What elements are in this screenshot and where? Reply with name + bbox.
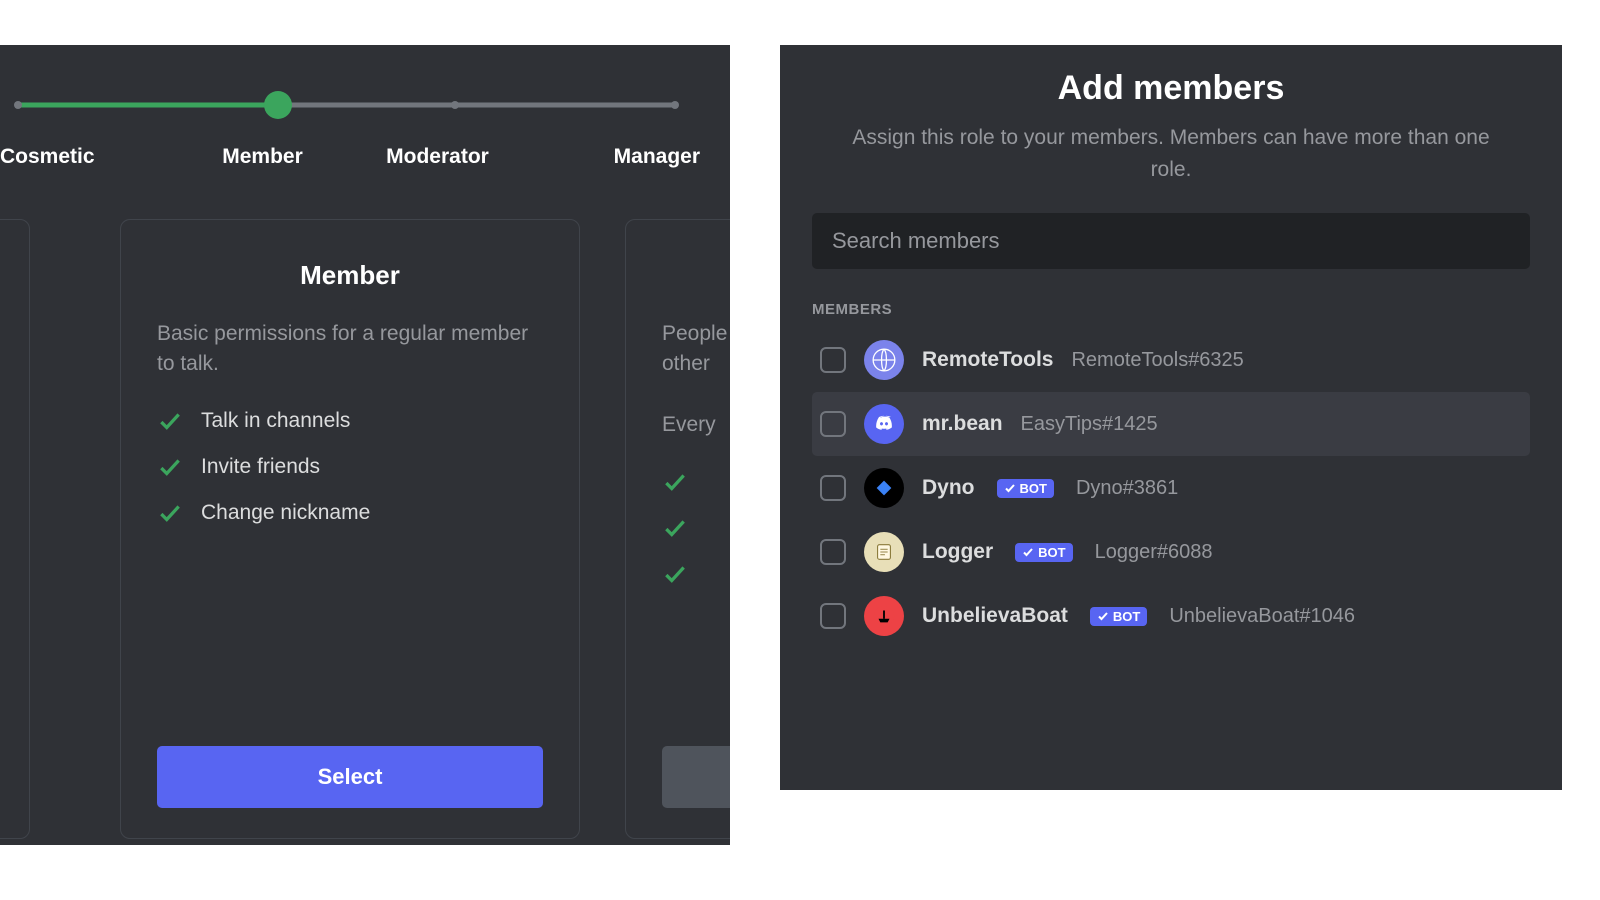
bot-badge-label: BOT [1038, 545, 1065, 560]
member-tag: EasyTips#1425 [1021, 413, 1158, 436]
member-tag: UnbelievaBoat#1046 [1169, 605, 1355, 628]
member-row[interactable]: RemoteTools RemoteTools#6325 [812, 328, 1530, 392]
member-row[interactable]: Logger BOT Logger#6088 [812, 520, 1530, 584]
permission-label: Invite friends [201, 455, 320, 479]
select-button[interactable]: Select [157, 746, 543, 808]
check-icon [157, 454, 183, 480]
add-members-panel: Add members Assign this role to your mem… [780, 45, 1562, 790]
stepper-label-member[interactable]: Member [175, 145, 350, 169]
add-members-subtitle: Assign this role to your members. Member… [812, 122, 1530, 185]
discord-logo-icon [872, 412, 896, 436]
role-card-desc-line: People [662, 322, 727, 345]
member-name: RemoteTools [922, 348, 1053, 372]
role-card-title: Member [157, 260, 543, 291]
bot-badge-label: BOT [1020, 481, 1047, 496]
role-card-member: Member Basic permissions for a regular m… [120, 219, 580, 839]
permission-list: Talk in channels Invite friends Change n… [157, 408, 543, 546]
permission-item: Change nickname [157, 500, 543, 526]
check-icon [662, 561, 688, 587]
permission-item: Invite friends [157, 454, 543, 480]
role-card-title: Moderator [662, 260, 730, 291]
member-row[interactable]: mr.bean EasyTips#1425 [812, 392, 1530, 456]
bot-badge: BOT [997, 479, 1054, 498]
role-card-cosmetic[interactable]: Cosmetic bels Select [0, 219, 30, 839]
stepper-node-member[interactable] [264, 91, 292, 119]
verified-check-icon [1004, 482, 1016, 494]
role-type-panel: Cosmetic Member Moderator Manager Cosmet… [0, 45, 730, 845]
avatar [864, 468, 904, 508]
member-checkbox[interactable] [820, 347, 846, 373]
bot-badge: BOT [1015, 543, 1072, 562]
member-checkbox[interactable] [820, 475, 846, 501]
permission-label: Change nickname [201, 501, 370, 525]
verified-check-icon [1097, 610, 1109, 622]
member-name: Dyno [922, 476, 975, 500]
role-cards-row: Cosmetic bels Select Member Basic permis… [0, 219, 730, 839]
member-checkbox[interactable] [820, 411, 846, 437]
dyno-logo-icon [873, 477, 895, 499]
member-row[interactable]: Dyno BOT Dyno#3861 [812, 456, 1530, 520]
avatar [864, 404, 904, 444]
permission-item [662, 515, 730, 541]
avatar [864, 532, 904, 572]
scroll-icon [873, 541, 895, 563]
stepper-label-moderator[interactable]: Moderator [350, 145, 525, 169]
member-tag: Dyno#3861 [1076, 477, 1178, 500]
stepper-node-manager[interactable] [671, 101, 679, 109]
member-checkbox[interactable] [820, 603, 846, 629]
boat-icon [873, 605, 895, 627]
role-stepper[interactable] [0, 93, 730, 117]
permission-item [662, 561, 730, 587]
globe-icon [871, 347, 897, 373]
avatar [864, 340, 904, 380]
role-card-desc: Basic permissions for a regular member t… [157, 319, 543, 380]
role-card-desc-line: other [662, 352, 710, 375]
avatar [864, 596, 904, 636]
check-icon [662, 515, 688, 541]
check-icon [157, 408, 183, 434]
role-card-moderator[interactable]: Moderator People other Every Select [625, 219, 730, 839]
member-row[interactable]: UnbelievaBoat BOT UnbelievaBoat#1046 [812, 584, 1530, 648]
check-icon [157, 500, 183, 526]
stepper-label-cosmetic[interactable]: Cosmetic [0, 145, 175, 169]
member-checkbox[interactable] [820, 539, 846, 565]
stepper-label-manager[interactable]: Manager [525, 145, 730, 169]
member-tag: Logger#6088 [1095, 541, 1213, 564]
stepper-labels: Cosmetic Member Moderator Manager [0, 145, 730, 169]
select-button[interactable]: Select [662, 746, 730, 808]
stepper-node-cosmetic[interactable] [14, 101, 22, 109]
permission-item [662, 469, 730, 495]
permission-label: Talk in channels [201, 409, 350, 433]
role-card-desc-line: Every [662, 413, 716, 436]
stepper-node-moderator[interactable] [451, 101, 459, 109]
stepper-fill [18, 103, 278, 108]
add-members-title: Add members [812, 69, 1530, 108]
role-card-desc: People other Every [662, 319, 730, 441]
search-members-input[interactable] [812, 213, 1530, 269]
member-name: Logger [922, 540, 993, 564]
member-tag: RemoteTools#6325 [1071, 349, 1243, 372]
bot-badge: BOT [1090, 607, 1147, 626]
verified-check-icon [1022, 546, 1034, 558]
permission-item: Talk in channels [157, 408, 543, 434]
members-section-header: MEMBERS [812, 301, 1530, 318]
check-icon [662, 469, 688, 495]
permission-list [662, 469, 730, 607]
members-list: RemoteTools RemoteTools#6325 mr.bean EasyTi… [812, 328, 1530, 648]
bot-badge-label: BOT [1113, 609, 1140, 624]
member-name: UnbelievaBoat [922, 604, 1068, 628]
member-name: mr.bean [922, 412, 1003, 436]
